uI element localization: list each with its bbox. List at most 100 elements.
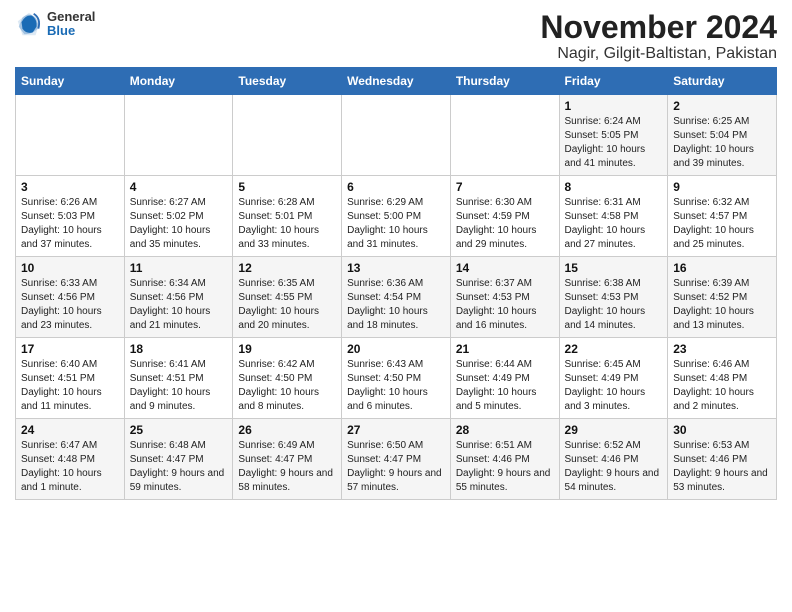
calendar-cell: 20Sunrise: 6:43 AM Sunset: 4:50 PM Dayli… xyxy=(342,338,451,419)
cell-info: Sunrise: 6:47 AM Sunset: 4:48 PM Dayligh… xyxy=(21,439,119,495)
calendar-header: SundayMondayTuesdayWednesdayThursdayFrid… xyxy=(16,68,777,95)
calendar-body: 1Sunrise: 6:24 AM Sunset: 5:05 PM Daylig… xyxy=(16,95,777,500)
cell-day-number: 10 xyxy=(21,261,119,275)
cell-info: Sunrise: 6:30 AM Sunset: 4:59 PM Dayligh… xyxy=(456,196,554,252)
cell-info: Sunrise: 6:39 AM Sunset: 4:52 PM Dayligh… xyxy=(673,277,771,333)
weekday-header: Monday xyxy=(124,68,233,95)
cell-day-number: 19 xyxy=(238,342,336,356)
cell-info: Sunrise: 6:37 AM Sunset: 4:53 PM Dayligh… xyxy=(456,277,554,333)
cell-day-number: 1 xyxy=(565,99,663,113)
weekday-header: Wednesday xyxy=(342,68,451,95)
cell-day-number: 7 xyxy=(456,180,554,194)
cell-info: Sunrise: 6:34 AM Sunset: 4:56 PM Dayligh… xyxy=(130,277,228,333)
calendar-cell: 25 Sunrise: 6:48 AM Sunset: 4:47 PM Dayli… xyxy=(124,419,233,500)
calendar-cell: 16 Sunrise: 6:39 AM Sunset: 4:52 PM Dayli… xyxy=(668,257,777,338)
cell-info: Sunrise: 6:33 AM Sunset: 4:56 PM Dayligh… xyxy=(21,277,119,333)
cell-day-number: 26 xyxy=(238,423,336,437)
cell-day-number: 17 xyxy=(21,342,119,356)
header: General Blue November 2024 Nagir, Gilgit… xyxy=(15,10,777,63)
calendar-week-row: 10 Sunrise: 6:33 AM Sunset: 4:56 PM Dayli… xyxy=(16,257,777,338)
logo-icon xyxy=(15,10,43,38)
calendar-cell: 6Sunrise: 6:29 AM Sunset: 5:00 PM Daylig… xyxy=(342,176,451,257)
calendar-cell: 26 Sunrise: 6:49 AM Sunset: 4:47 PM Dayli… xyxy=(233,419,342,500)
cell-day-number: 2 xyxy=(673,99,771,113)
calendar-cell: 23 Sunrise: 6:46 AM Sunset: 4:48 PM Dayli… xyxy=(668,338,777,419)
logo: General Blue xyxy=(15,10,95,39)
cell-info: Sunrise: 6:27 AM Sunset: 5:02 PM Dayligh… xyxy=(130,196,228,252)
weekday-header: Friday xyxy=(559,68,668,95)
calendar-cell: 13 Sunrise: 6:36 AM Sunset: 4:54 PM Dayli… xyxy=(342,257,451,338)
cell-info: Sunrise: 6:48 AM Sunset: 4:47 PM Dayligh… xyxy=(130,439,228,495)
calendar-cell: 9Sunrise: 6:32 AM Sunset: 4:57 PM Daylig… xyxy=(668,176,777,257)
cell-day-number: 23 xyxy=(673,342,771,356)
cell-info: Sunrise: 6:51 AM Sunset: 4:46 PM Dayligh… xyxy=(456,439,554,495)
calendar-cell: 18 Sunrise: 6:41 AM Sunset: 4:51 PM Dayli… xyxy=(124,338,233,419)
cell-day-number: 12 xyxy=(238,261,336,275)
calendar-cell: 7 Sunrise: 6:30 AM Sunset: 4:59 PM Daylig… xyxy=(450,176,559,257)
cell-info: Sunrise: 6:46 AM Sunset: 4:48 PM Dayligh… xyxy=(673,358,771,414)
cell-info: Sunrise: 6:28 AM Sunset: 5:01 PM Dayligh… xyxy=(238,196,336,252)
logo-general: General xyxy=(47,10,95,24)
cell-info: Sunrise: 6:36 AM Sunset: 4:54 PM Dayligh… xyxy=(347,277,445,333)
cell-day-number: 13 xyxy=(347,261,445,275)
calendar-cell: 11Sunrise: 6:34 AM Sunset: 4:56 PM Dayli… xyxy=(124,257,233,338)
page: General Blue November 2024 Nagir, Gilgit… xyxy=(0,0,792,510)
cell-day-number: 5 xyxy=(238,180,336,194)
cell-day-number: 20 xyxy=(347,342,445,356)
calendar-cell: 1Sunrise: 6:24 AM Sunset: 5:05 PM Daylig… xyxy=(559,95,668,176)
cell-day-number: 15 xyxy=(565,261,663,275)
calendar-cell: 19 Sunrise: 6:42 AM Sunset: 4:50 PM Dayli… xyxy=(233,338,342,419)
cell-day-number: 29 xyxy=(565,423,663,437)
cell-day-number: 3 xyxy=(21,180,119,194)
title-block: November 2024 Nagir, Gilgit-Baltistan, P… xyxy=(540,10,777,63)
logo-text: General Blue xyxy=(47,10,95,39)
cell-day-number: 18 xyxy=(130,342,228,356)
weekday-header: Thursday xyxy=(450,68,559,95)
cell-day-number: 16 xyxy=(673,261,771,275)
calendar-subtitle: Nagir, Gilgit-Baltistan, Pakistan xyxy=(540,45,777,63)
cell-info: Sunrise: 6:38 AM Sunset: 4:53 PM Dayligh… xyxy=(565,277,663,333)
cell-info: Sunrise: 6:53 AM Sunset: 4:46 PM Dayligh… xyxy=(673,439,771,495)
cell-info: Sunrise: 6:32 AM Sunset: 4:57 PM Dayligh… xyxy=(673,196,771,252)
calendar-title: November 2024 xyxy=(540,10,777,45)
cell-day-number: 22 xyxy=(565,342,663,356)
cell-info: Sunrise: 6:25 AM Sunset: 5:04 PM Dayligh… xyxy=(673,115,771,171)
cell-info: Sunrise: 6:35 AM Sunset: 4:55 PM Dayligh… xyxy=(238,277,336,333)
weekday-header: Tuesday xyxy=(233,68,342,95)
calendar-cell: 30Sunrise: 6:53 AM Sunset: 4:46 PM Dayli… xyxy=(668,419,777,500)
cell-info: Sunrise: 6:49 AM Sunset: 4:47 PM Dayligh… xyxy=(238,439,336,495)
logo-blue: Blue xyxy=(47,24,95,38)
cell-day-number: 28 xyxy=(456,423,554,437)
calendar-week-row: 24 Sunrise: 6:47 AM Sunset: 4:48 PM Dayli… xyxy=(16,419,777,500)
calendar-cell: 4Sunrise: 6:27 AM Sunset: 5:02 PM Daylig… xyxy=(124,176,233,257)
calendar-cell xyxy=(342,95,451,176)
weekday-header: Saturday xyxy=(668,68,777,95)
cell-day-number: 24 xyxy=(21,423,119,437)
calendar-table: SundayMondayTuesdayWednesdayThursdayFrid… xyxy=(15,67,777,500)
calendar-cell xyxy=(450,95,559,176)
cell-info: Sunrise: 6:44 AM Sunset: 4:49 PM Dayligh… xyxy=(456,358,554,414)
calendar-cell: 21Sunrise: 6:44 AM Sunset: 4:49 PM Dayli… xyxy=(450,338,559,419)
calendar-cell: 10 Sunrise: 6:33 AM Sunset: 4:56 PM Dayli… xyxy=(16,257,125,338)
cell-day-number: 14 xyxy=(456,261,554,275)
cell-day-number: 6 xyxy=(347,180,445,194)
calendar-cell: 27 Sunrise: 6:50 AM Sunset: 4:47 PM Dayli… xyxy=(342,419,451,500)
calendar-cell: 12 Sunrise: 6:35 AM Sunset: 4:55 PM Dayli… xyxy=(233,257,342,338)
cell-day-number: 8 xyxy=(565,180,663,194)
cell-info: Sunrise: 6:41 AM Sunset: 4:51 PM Dayligh… xyxy=(130,358,228,414)
calendar-cell xyxy=(124,95,233,176)
calendar-week-row: 3 Sunrise: 6:26 AM Sunset: 5:03 PM Daylig… xyxy=(16,176,777,257)
calendar-cell xyxy=(16,95,125,176)
cell-day-number: 27 xyxy=(347,423,445,437)
cell-info: Sunrise: 6:42 AM Sunset: 4:50 PM Dayligh… xyxy=(238,358,336,414)
cell-info: Sunrise: 6:26 AM Sunset: 5:03 PM Dayligh… xyxy=(21,196,119,252)
cell-info: Sunrise: 6:40 AM Sunset: 4:51 PM Dayligh… xyxy=(21,358,119,414)
calendar-cell: 5 Sunrise: 6:28 AM Sunset: 5:01 PM Daylig… xyxy=(233,176,342,257)
cell-info: Sunrise: 6:31 AM Sunset: 4:58 PM Dayligh… xyxy=(565,196,663,252)
cell-day-number: 25 xyxy=(130,423,228,437)
weekday-row: SundayMondayTuesdayWednesdayThursdayFrid… xyxy=(16,68,777,95)
calendar-week-row: 1Sunrise: 6:24 AM Sunset: 5:05 PM Daylig… xyxy=(16,95,777,176)
cell-info: Sunrise: 6:50 AM Sunset: 4:47 PM Dayligh… xyxy=(347,439,445,495)
calendar-cell: 17 Sunrise: 6:40 AM Sunset: 4:51 PM Dayli… xyxy=(16,338,125,419)
calendar-week-row: 17 Sunrise: 6:40 AM Sunset: 4:51 PM Dayli… xyxy=(16,338,777,419)
